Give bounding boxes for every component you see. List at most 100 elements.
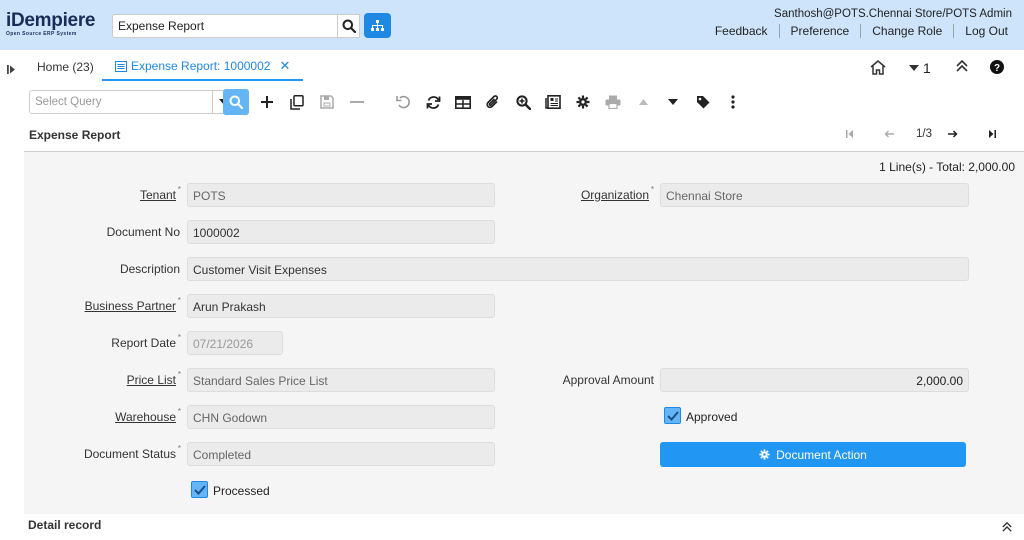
window-icon (115, 60, 127, 72)
warehouse-label[interactable]: Warehouse (115, 407, 181, 424)
query-select[interactable]: Select Query (29, 90, 213, 114)
processed-label: Processed (213, 484, 270, 498)
record-indicator-dropdown[interactable]: 1 (909, 60, 931, 76)
refresh-icon (426, 95, 440, 109)
document-no-field[interactable]: 1000002 (187, 220, 495, 244)
tab-home[interactable]: Home (23) (37, 60, 94, 74)
gear-icon (576, 95, 590, 109)
copy-record-button[interactable] (284, 89, 310, 115)
arrow-left-icon (884, 130, 894, 138)
triangle-up-icon (638, 99, 648, 105)
previous-button[interactable] (884, 129, 894, 141)
description-field[interactable]: Customer Visit Expenses (187, 257, 969, 281)
paperclip-icon (486, 94, 498, 108)
more-vertical-icon (731, 95, 735, 109)
last-record-button[interactable] (988, 129, 996, 141)
svg-text:?: ? (994, 63, 1000, 74)
undo-button[interactable] (390, 89, 416, 115)
header-links: Feedback Preference Change Role Log Out (704, 24, 1008, 38)
quick-form-button[interactable] (690, 89, 716, 115)
document-status-label: Document Status (84, 444, 181, 461)
attachment-button[interactable] (480, 89, 506, 115)
search-button[interactable] (223, 89, 249, 115)
user-context: Santhosh@POTS.Chennai Store/POTS Admin (774, 8, 1012, 20)
undo-icon (395, 95, 410, 109)
new-record-button[interactable] (254, 89, 280, 115)
copy-icon (290, 94, 304, 110)
price-list-field[interactable]: Standard Sales Price List (187, 368, 495, 392)
help-button[interactable]: ? (990, 60, 1004, 74)
delete-button[interactable] (344, 89, 370, 115)
search-icon (229, 95, 243, 109)
document-action-button[interactable]: Document Action (660, 442, 966, 467)
price-list-label[interactable]: Price List (127, 370, 182, 387)
save-button[interactable] (314, 89, 340, 115)
business-partner-field[interactable]: Arun Prakash (187, 294, 495, 318)
record-indicator: 1 (923, 60, 931, 76)
change-role-link[interactable]: Change Role (860, 24, 953, 38)
expand-west-button[interactable] (7, 63, 16, 77)
next-button[interactable] (948, 129, 958, 141)
feedback-link[interactable]: Feedback (704, 24, 779, 38)
report-button[interactable] (540, 89, 566, 115)
last-icon (989, 130, 996, 138)
preference-link[interactable]: Preference (778, 24, 861, 38)
close-tab-icon[interactable]: ✕ (279, 58, 290, 74)
grid-toggle-button[interactable] (450, 89, 476, 115)
description-label: Description (119, 262, 180, 276)
home-button[interactable] (870, 60, 886, 75)
document-no-label: Document No (106, 225, 180, 239)
warehouse-field[interactable]: CHN Godown (187, 405, 495, 429)
printer-icon (605, 95, 621, 109)
help-icon: ? (990, 60, 1004, 74)
processed-checkbox[interactable] (191, 481, 208, 498)
expand-panel-icon (7, 65, 15, 74)
lines-total: 1 Line(s) - Total: 2,000.00 (879, 160, 1015, 174)
approval-amount-label: Approval Amount (562, 373, 654, 387)
tenant-label[interactable]: Tenant (140, 185, 181, 202)
menu-tree-button[interactable] (364, 13, 391, 38)
collapse-header-button[interactable] (956, 60, 968, 72)
form-title-bar: Expense Report 1/3 (24, 120, 1024, 152)
record-position: 1/3 (916, 128, 932, 140)
print-button[interactable] (600, 89, 626, 115)
first-icon (846, 130, 853, 138)
home-icon (870, 60, 886, 75)
document-action-label: Document Action (776, 447, 867, 462)
expand-detail-button[interactable] (1002, 521, 1012, 535)
global-search-input[interactable]: Expense Report (112, 14, 338, 38)
logo-text: iDempiere (6, 10, 96, 31)
detail-record-bar: Detail record (24, 514, 1024, 540)
next-record-button[interactable] (660, 89, 686, 115)
tenant-field[interactable]: POTS (187, 183, 495, 207)
business-partner-label[interactable]: Business Partner (85, 296, 182, 313)
window-tabs: Home (23) Expense Report: 1000002 ✕ 1 ? (24, 50, 1024, 84)
window-toolbar: Select Query (24, 84, 1024, 120)
approved-label: Approved (686, 410, 738, 424)
approval-amount-field[interactable]: 2,000.00 (660, 368, 969, 392)
previous-record-button[interactable] (630, 89, 656, 115)
triangle-down-icon (668, 99, 678, 105)
logout-link[interactable]: Log Out (953, 24, 1008, 38)
organization-label[interactable]: Organization (581, 185, 654, 202)
zoom-across-button[interactable] (510, 89, 536, 115)
organization-field[interactable]: Chennai Store (660, 183, 969, 207)
process-button[interactable] (570, 89, 596, 115)
idempiere-logo[interactable]: iDempiere Open Source ERP System (6, 11, 108, 41)
more-options-button[interactable] (720, 89, 746, 115)
approved-checkbox[interactable] (664, 407, 681, 424)
document-status-field[interactable]: Completed (187, 442, 495, 466)
report-date-field[interactable]: 07/21/2026 (187, 331, 283, 355)
expense-report-form: 1 Line(s) - Total: 2,000.00 Tenant POTS … (24, 152, 1024, 514)
refresh-button[interactable] (420, 89, 446, 115)
global-search-button[interactable] (338, 14, 360, 38)
checkmark-icon (193, 484, 206, 495)
arrow-right-icon (948, 130, 958, 138)
tab-expense-report[interactable]: Expense Report: 1000002 ✕ (102, 53, 304, 81)
app-header: iDempiere Open Source ERP System Expense… (0, 0, 1024, 50)
sitemap-icon (371, 19, 384, 31)
plus-icon (261, 96, 273, 108)
form-title: Expense Report (29, 128, 121, 142)
logo-subtext: Open Source ERP System (6, 31, 77, 37)
first-record-button[interactable] (846, 129, 854, 141)
